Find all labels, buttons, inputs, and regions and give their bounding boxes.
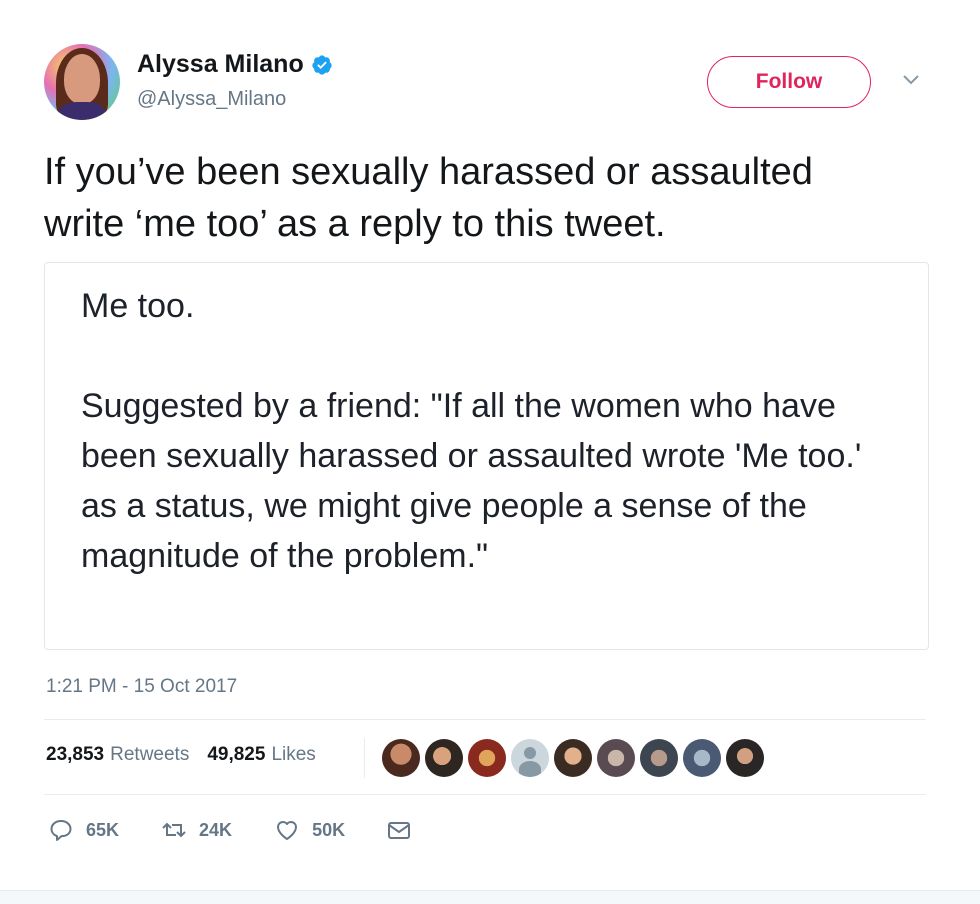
avatar-face xyxy=(64,54,100,104)
chevron-down-icon[interactable] xyxy=(900,72,922,88)
follow-button[interactable]: Follow xyxy=(707,56,871,108)
divider xyxy=(44,719,926,720)
page-footer-band xyxy=(0,890,980,904)
liker-avatar[interactable] xyxy=(425,739,463,777)
tweet-timestamp[interactable]: 1:21 PM - 15 Oct 2017 xyxy=(46,676,237,698)
liker-avatar[interactable] xyxy=(726,739,764,777)
tweet-text-line-2: write ‘me too’ as a reply to this tweet. xyxy=(44,203,666,245)
liker-avatars xyxy=(382,739,769,777)
tweet-text-line-1: If you’ve been sexually harassed or assa… xyxy=(44,151,813,193)
direct-message-button[interactable] xyxy=(387,820,411,840)
retweets-count[interactable]: 23,853 xyxy=(46,744,104,766)
liker-avatar[interactable] xyxy=(382,739,420,777)
heart-icon xyxy=(277,821,298,840)
like-count: 50K xyxy=(312,819,346,840)
default-avatar-body xyxy=(519,761,541,777)
tweet-text: If you’ve been sexually harassed or assa… xyxy=(44,146,934,250)
user-handle[interactable]: @Alyssa_Milano xyxy=(137,88,286,111)
liker-avatar[interactable] xyxy=(511,739,549,777)
liker-avatar[interactable] xyxy=(554,739,592,777)
divider xyxy=(44,794,926,795)
name-row: Alyssa Milano xyxy=(137,50,333,79)
liker-avatar[interactable] xyxy=(597,739,635,777)
likes-label[interactable]: Likes xyxy=(271,744,315,766)
default-avatar-head xyxy=(524,747,536,759)
display-name[interactable]: Alyssa Milano xyxy=(137,50,304,79)
liker-avatar[interactable] xyxy=(468,739,506,777)
stats-divider xyxy=(364,738,365,778)
retweet-icon xyxy=(162,822,186,838)
reply-button[interactable]: 65K xyxy=(48,818,119,842)
retweet-button[interactable]: 24K xyxy=(161,818,232,842)
tweet-actions: 65K 24K 50K xyxy=(48,818,453,842)
avatar[interactable] xyxy=(44,44,120,120)
verified-badge-icon xyxy=(312,54,332,75)
tweet-stats: 23,853 Retweets 49,825 Likes xyxy=(46,744,316,766)
retweet-count: 24K xyxy=(199,819,233,840)
likes-count[interactable]: 49,825 xyxy=(207,744,265,766)
retweets-label[interactable]: Retweets xyxy=(110,744,189,766)
avatar-body xyxy=(58,102,106,120)
embedded-image[interactable]: Me too. Suggested by a friend: "If all t… xyxy=(44,262,929,650)
reply-count: 65K xyxy=(86,819,120,840)
image-text: Me too. Suggested by a friend: "If all t… xyxy=(81,281,901,581)
reply-icon xyxy=(50,820,72,841)
tweet-card: Alyssa Milano @Alyssa_Milano Follow If y… xyxy=(0,0,980,890)
liker-avatar[interactable] xyxy=(683,739,721,777)
envelope-icon xyxy=(388,822,411,839)
image-paragraph-2: Suggested by a friend: "If all the women… xyxy=(81,387,862,575)
like-button[interactable]: 50K xyxy=(274,818,345,842)
liker-avatar[interactable] xyxy=(640,739,678,777)
image-paragraph-1: Me too. xyxy=(81,287,195,325)
